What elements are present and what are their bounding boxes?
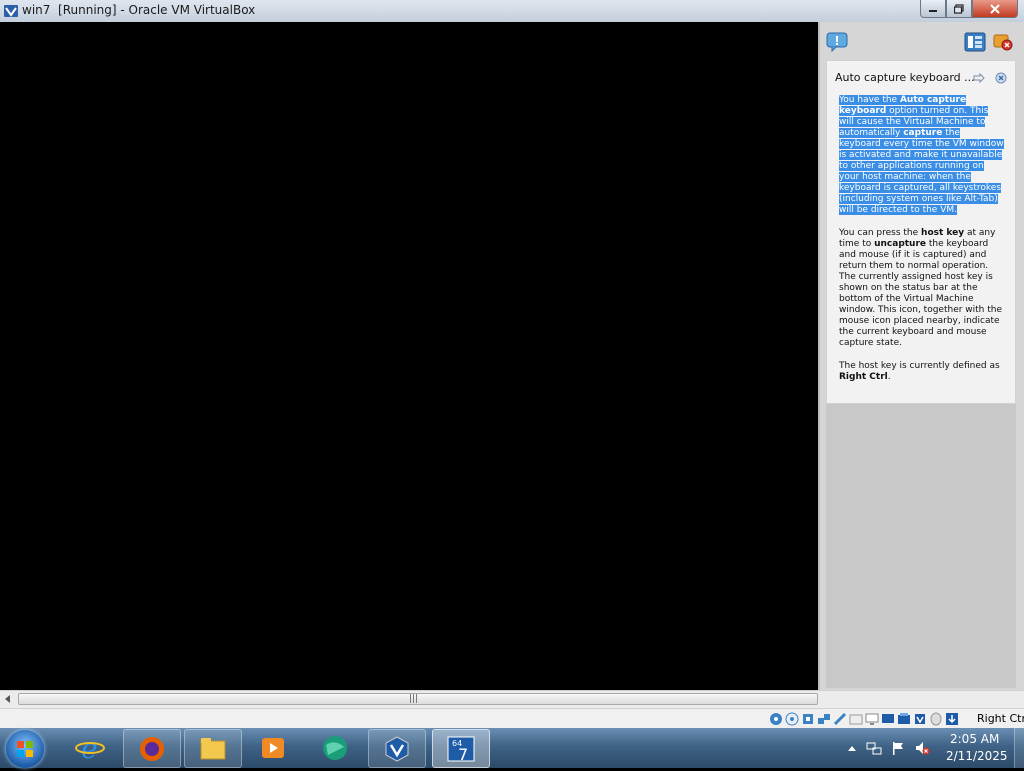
minimize-button[interactable] [920, 0, 946, 18]
action-center-flag-icon[interactable] [890, 740, 906, 756]
close-balloon-icon[interactable] [995, 72, 1007, 84]
clock-time[interactable]: 2:05 AM [950, 732, 999, 746]
media-player-button[interactable] [245, 729, 301, 766]
balloon-paragraph-2: You can press the host key at any time t… [839, 228, 1004, 349]
virtualbox-icon [385, 735, 409, 762]
text-run: the keyboard and mouse (if it is capture… [839, 239, 1003, 348]
globe-icon [323, 735, 347, 760]
text-run: You can press the [839, 228, 922, 238]
media-player-icon [262, 737, 284, 758]
text-run: the keyboard every time the VM window is… [839, 128, 1004, 215]
mouse-integration-icon[interactable] [928, 711, 943, 726]
window-titlebar[interactable]: win7 [Running] - Oracle VM VirtualBox [0, 0, 1024, 23]
vm-win7-icon: 647 [447, 736, 475, 764]
text-bold: capture [903, 128, 943, 138]
window-controls [920, 0, 1018, 18]
text-run: . [887, 372, 891, 382]
notification-panel: Auto capture keyboard ... You have the A… [818, 22, 1024, 690]
balloon-header: Auto capture keyboard ... [835, 71, 1007, 87]
optical-drive-icon[interactable] [784, 711, 799, 726]
panel-toolbar [820, 22, 1024, 62]
text-bold: Right Ctrl [839, 372, 888, 382]
start-button[interactable] [6, 730, 44, 768]
vm-statusbar: Right Ctrl [0, 708, 1024, 729]
horizontal-scrollbar[interactable]: ||| [0, 690, 1024, 709]
audio-icon[interactable] [800, 711, 815, 726]
show-desktop-button[interactable] [1014, 728, 1024, 768]
pin-icon[interactable] [973, 72, 985, 84]
virtualbox-vm-win7-button[interactable]: 64 7 [432, 729, 490, 768]
svg-text:e: e [81, 733, 98, 763]
balloon-paragraph-3: The host key is currently defined as Rig… [839, 361, 1004, 383]
balloon-body: You have the Auto capture keyboard optio… [839, 95, 1004, 395]
clock-date[interactable]: 2/11/2025 [946, 749, 1008, 763]
windows-taskbar: e 64 7 2:05 AM 2/11/2025 [0, 728, 1024, 768]
status-icons [768, 711, 959, 727]
scrollbar-thumb[interactable]: ||| [18, 693, 818, 705]
auto-capture-balloon: Auto capture keyboard ... You have the A… [826, 60, 1016, 404]
scroll-left-arrow-icon[interactable] [5, 695, 10, 703]
usb-icon[interactable] [832, 711, 847, 726]
text-run: The host key is currently defined as [839, 361, 1000, 371]
close-icon [990, 3, 1000, 14]
text-bold: host key [921, 228, 965, 238]
windows-logo-icon [17, 741, 33, 757]
vt-x-icon[interactable] [896, 711, 911, 726]
grip-icon: ||| [409, 694, 419, 704]
window-title: win7 [Running] - Oracle VM VirtualBox [22, 3, 256, 17]
vm-display[interactable] [0, 22, 818, 689]
windows-explorer-button[interactable] [184, 729, 242, 768]
folder-icon [200, 737, 226, 759]
svg-text:7: 7 [458, 745, 468, 764]
browser-app-button[interactable] [307, 729, 363, 766]
panel-layout-icon[interactable] [964, 32, 986, 52]
recording-icon[interactable] [880, 711, 895, 726]
network-icon[interactable] [816, 711, 831, 726]
balloon-paragraph-1: You have the Auto capture keyboard optio… [839, 95, 1004, 216]
hard-disk-icon[interactable] [768, 711, 783, 726]
internet-explorer-button[interactable]: e [62, 729, 118, 766]
text-run: You have the [839, 95, 900, 105]
firefox-icon [140, 736, 164, 761]
virtualbox-app-icon [4, 5, 18, 17]
volume-muted-icon[interactable] [914, 740, 930, 756]
close-button[interactable] [972, 0, 1018, 18]
restore-icon [954, 3, 964, 14]
panel-empty-area [826, 404, 1016, 688]
text-bold: uncapture [874, 239, 927, 249]
balloon-title: Auto capture keyboard ... [835, 71, 975, 84]
firefox-button[interactable] [123, 729, 181, 768]
virtualbox-manager-button[interactable] [368, 729, 426, 768]
dismiss-all-icon[interactable] [992, 32, 1014, 52]
internet-explorer-icon: e [75, 733, 105, 763]
cpu-icon[interactable] [912, 711, 927, 726]
shared-folders-icon[interactable] [848, 711, 863, 726]
host-key-label[interactable]: Right Ctrl [977, 712, 1024, 725]
message-center-icon[interactable] [826, 32, 848, 52]
display-icon[interactable] [864, 711, 879, 726]
keyboard-capture-icon[interactable] [944, 711, 959, 726]
maximize-button[interactable] [946, 0, 972, 18]
network-tray-icon[interactable] [866, 740, 882, 756]
show-hidden-icons-icon[interactable] [844, 740, 860, 756]
minimize-icon [929, 9, 937, 12]
